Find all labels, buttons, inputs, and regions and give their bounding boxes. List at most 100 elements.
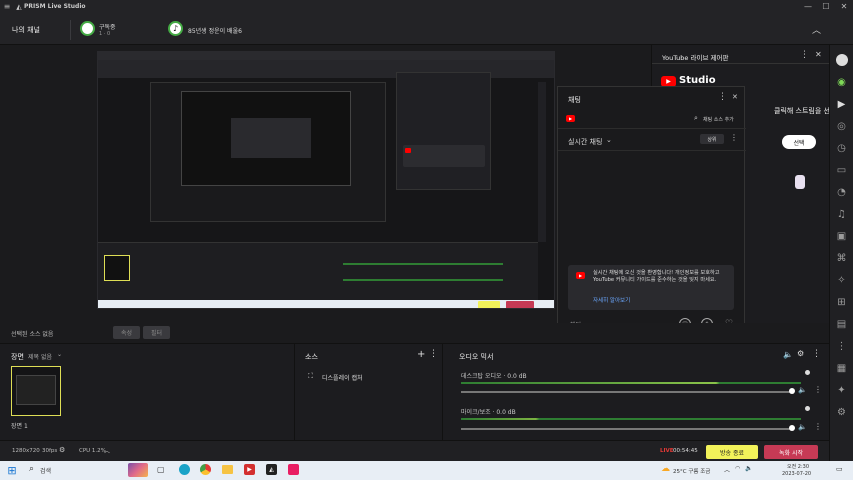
subscriber-count: 1 · 0 — [99, 31, 111, 37]
cpu-chevron-icon[interactable]: ︿ — [104, 446, 110, 455]
mixer-more-icon[interactable]: ⋮ — [812, 349, 821, 359]
mixer-settings-icon[interactable]: ⚙ — [797, 349, 804, 358]
nested-panels — [98, 242, 538, 300]
notification-icon[interactable]: ▭ — [836, 465, 843, 473]
effects-icon[interactable]: ✧ — [830, 269, 853, 291]
sources-panel: 소스 + ⋮ ⛶ 디스플레이 캡처 — [295, 344, 443, 441]
minimize-icon[interactable]: — — [799, 0, 817, 13]
top-chat-button[interactable]: 상위 — [700, 134, 724, 144]
sparkle-icon[interactable]: ✦ — [830, 379, 853, 401]
chat-notice-card: ▶ 실시간 채팅에 오신 것을 환영합니다! 개인정보를 보호하고 YouTub… — [568, 265, 734, 310]
collapse-chevron-icon[interactable]: ︿ — [812, 23, 821, 36]
add-chat-source[interactable]: 채팅 소스 추가 — [703, 116, 734, 123]
weather-text[interactable]: 25°C 구름 조금 — [673, 467, 710, 475]
scenes-panel: 장면 제목 없음 ⌄ 장면 1 — [0, 344, 295, 441]
avatar[interactable] — [830, 49, 853, 71]
clock-time[interactable]: 오전 2:30 — [787, 463, 809, 470]
resolution-text: 1280x720 — [12, 448, 40, 454]
right-rail: ◉ ▶ ◎ ◷ ▭ ◔ ♫ ▣ ⌘ ✧ ⊞ ▤ ⋮ ▦ ✦ ⚙ — [829, 45, 853, 461]
media-app-icon[interactable]: ▶ — [244, 464, 255, 475]
record-button[interactable]: 녹화 시작 — [764, 445, 818, 459]
settings-gear-icon[interactable]: ⚙ — [830, 401, 853, 423]
subscriber-label: 구독중 — [99, 24, 116, 31]
top-chat-label: 상위 — [707, 136, 717, 143]
comment-icon[interactable]: ▭ — [830, 159, 853, 181]
live-chat-label[interactable]: 실시간 채팅 — [568, 137, 602, 147]
more-icon[interactable]: ⋮ — [800, 50, 809, 60]
grid-icon[interactable]: ⊞ — [830, 291, 853, 313]
close-window-icon[interactable]: ✕ — [835, 0, 853, 13]
scene-collection-name[interactable]: 제목 없음 — [28, 352, 52, 361]
channel-avatar[interactable] — [80, 21, 95, 36]
scene-dropdown-icon[interactable]: ⌄ — [57, 351, 62, 358]
mic-more-icon[interactable]: ⋮ — [814, 422, 822, 431]
mic-speaker-icon[interactable]: 🔈 — [798, 423, 807, 431]
menu-icon[interactable]: ≡ — [0, 2, 14, 11]
scene-name: 장면 1 — [11, 423, 28, 430]
chat-search-icon[interactable]: ⌕ — [694, 114, 698, 123]
contact-icon[interactable]: ▣ — [830, 225, 853, 247]
mic-audio-label: 마이크/보조 · 0.0 dB — [461, 409, 516, 416]
close-panel-icon[interactable]: ✕ — [815, 50, 822, 59]
mic-mute-dot-icon[interactable] — [805, 406, 810, 411]
taskbar-search-icon[interactable]: ⌕ — [29, 464, 34, 474]
preview-canvas[interactable] — [97, 51, 555, 309]
layout-icon[interactable]: ▦ — [830, 357, 853, 379]
learn-more-link[interactable]: 자세히 알아보기 — [593, 296, 630, 304]
clock-icon[interactable]: ◔ — [830, 181, 853, 203]
rail-more-icon[interactable]: ⋮ — [830, 335, 853, 357]
weather-icon: ☁ — [661, 464, 670, 474]
windows-start-icon[interactable]: ⊞ — [6, 464, 18, 477]
chart-icon[interactable]: ▤ — [830, 313, 853, 335]
sticker-figure — [795, 175, 805, 189]
taskbar-widget-image[interactable] — [128, 463, 148, 477]
live-chat-chevron-icon[interactable]: ⌄ — [606, 136, 612, 144]
chat-close-icon[interactable]: ✕ — [732, 93, 738, 101]
file-explorer-icon[interactable] — [222, 465, 233, 474]
chrome-icon[interactable] — [200, 464, 211, 475]
desktop-mute-dot-icon[interactable] — [805, 370, 810, 375]
store-icon[interactable] — [288, 464, 299, 475]
select-button[interactable]: 선택 — [782, 135, 816, 149]
properties-button[interactable]: 속성 — [113, 326, 140, 339]
history-icon[interactable]: ◷ — [830, 137, 853, 159]
desktop-slider-knob[interactable] — [789, 388, 795, 394]
desktop-more-icon[interactable]: ⋮ — [814, 385, 822, 394]
filter-button[interactable]: 필터 — [143, 326, 170, 339]
desktop-speaker-icon[interactable]: 🔈 — [798, 386, 807, 394]
scene-thumbnail[interactable] — [11, 366, 61, 416]
mic-audio-slider[interactable] — [461, 428, 791, 430]
my-channel-label[interactable]: 나의 채널 — [12, 25, 40, 35]
notice-avatar-icon[interactable]: ♪ — [168, 21, 183, 36]
edge-icon[interactable] — [179, 464, 190, 475]
music-icon[interactable]: ♫ — [830, 203, 853, 225]
add-source-icon[interactable]: + — [417, 349, 425, 360]
clock-date[interactable]: 2023-07-20 — [782, 471, 811, 477]
stop-stream-button[interactable]: 방송 종료 — [706, 445, 758, 459]
mic-slider-knob[interactable] — [789, 425, 795, 431]
wifi-icon[interactable]: ◠ — [735, 465, 740, 472]
speaker-icon[interactable]: 🔈 — [783, 350, 793, 359]
camera-icon[interactable]: ◎ — [830, 115, 853, 137]
sources-more-icon[interactable]: ⋮ — [429, 349, 438, 359]
task-view-icon[interactable]: ▢ — [157, 465, 165, 474]
live-timer: 00:54:45 — [673, 448, 698, 454]
chat-options-icon[interactable]: ⋮ — [730, 133, 738, 142]
source-item-display-capture[interactable]: 디스플레이 캡처 — [322, 373, 363, 382]
gamepad-icon[interactable]: ⌘ — [830, 247, 853, 269]
desktop-audio-slider[interactable] — [461, 391, 791, 393]
volume-icon[interactable]: 🔈 — [745, 465, 752, 472]
chat-more-icon[interactable]: ⋮ — [718, 92, 727, 102]
output-settings-icon[interactable]: ⚙ — [59, 446, 65, 454]
tray-chevron-icon[interactable]: ︿ — [724, 465, 730, 474]
prism-taskbar-icon[interactable]: ◭ — [266, 464, 277, 475]
stream-select-hint: 클릭해 스트림을 선택 — [774, 107, 837, 115]
maximize-icon[interactable]: ☐ — [817, 0, 835, 13]
youtube-rail-icon[interactable]: ▶ — [830, 93, 853, 115]
taskbar-search-label[interactable]: 검색 — [40, 466, 51, 475]
preview-area: YouTube 라이브 제어판 ⋮ ✕ ▶ Studio 클릭해 스트림을 선택… — [0, 45, 836, 336]
youtube-notice-icon: ▶ — [576, 272, 585, 279]
properties-label: 속성 — [120, 330, 133, 337]
chat-bubble-icon[interactable]: ◉ — [830, 71, 853, 93]
nested-preview — [150, 82, 386, 222]
